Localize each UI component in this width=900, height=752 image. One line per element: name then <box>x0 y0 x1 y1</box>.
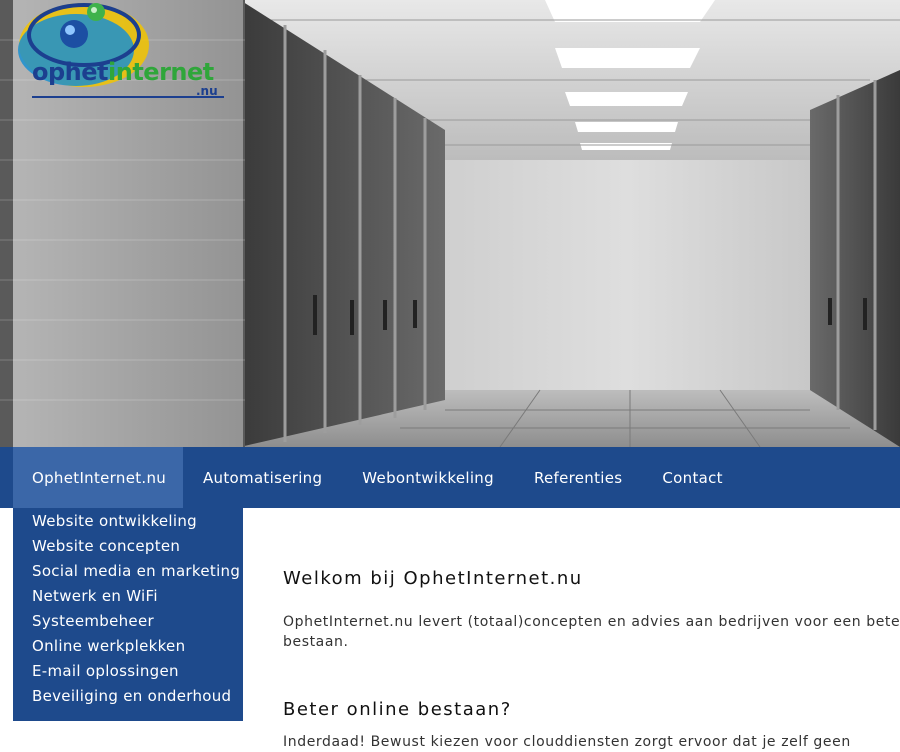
dropdown-item-email-oplossingen[interactable]: E-mail oplossingen <box>13 659 243 684</box>
dropdown-item-social-media[interactable]: Social media en marketing <box>13 559 243 584</box>
section-paragraph-line-1: Inderdaad! Bewust kiezen voor clouddiens… <box>283 734 851 750</box>
dropdown-item-website-ontwikkeling[interactable]: Website ontwikkeling <box>13 509 243 534</box>
nav-item-referenties[interactable]: Referenties <box>514 447 642 508</box>
logo-wordmark: ophetinternet <box>32 58 214 86</box>
nav-dropdown-menu: Website ontwikkeling Website concepten S… <box>13 508 243 721</box>
nav-item-ophetinternet[interactable]: OphetInternet.nu <box>13 447 183 508</box>
welcome-heading: Welkom bij OphetInternet.nu <box>283 568 583 589</box>
dropdown-item-website-concepten[interactable]: Website concepten <box>13 534 243 559</box>
nav-item-contact[interactable]: Contact <box>642 447 742 508</box>
nav-item-webontwikkeling[interactable]: Webontwikkeling <box>342 447 514 508</box>
logo-underline <box>32 96 224 98</box>
dropdown-item-online-werkplekken[interactable]: Online werkplekken <box>13 634 243 659</box>
hero-banner: ophetinternet .nu <box>0 0 900 447</box>
dropdown-item-beveiliging[interactable]: Beveiliging en onderhoud <box>13 684 243 709</box>
nav-item-automatisering[interactable]: Automatisering <box>183 447 342 508</box>
welcome-paragraph-line-2: bestaan. <box>283 634 349 650</box>
welcome-paragraph-line-1: OphetInternet.nu levert (totaal)concepte… <box>283 614 900 630</box>
dropdown-item-netwerk-wifi[interactable]: Netwerk en WiFi <box>13 584 243 609</box>
section-heading: Beter online bestaan? <box>283 699 512 720</box>
dropdown-item-systeembeheer[interactable]: Systeembeheer <box>13 609 243 634</box>
main-navigation: OphetInternet.nu Automatisering Webontwi… <box>0 447 900 508</box>
